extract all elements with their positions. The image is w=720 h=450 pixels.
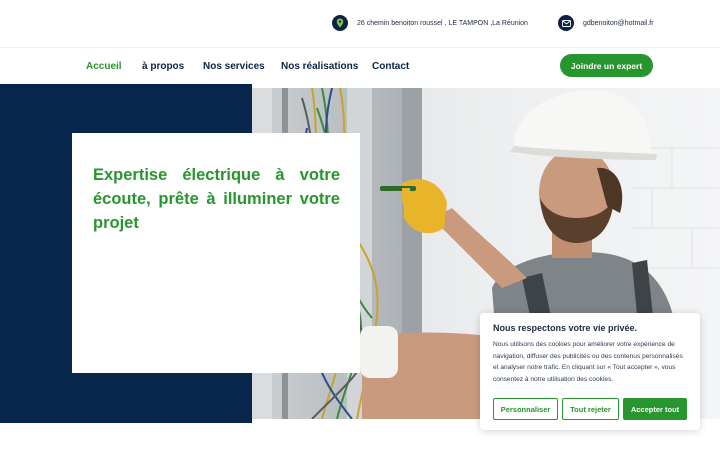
nav-item-contact[interactable]: Contact: [372, 61, 409, 72]
cookie-button-row: Personnaliser Tout rejeter Accepter tout: [493, 398, 687, 420]
join-expert-button[interactable]: Joindre un expert: [560, 54, 653, 77]
mail-icon: [558, 15, 574, 31]
hero-title: Expertise électrique à votre écoute, prê…: [93, 166, 340, 232]
nav-item-a-propos[interactable]: à propos: [142, 61, 184, 72]
address-contact: 26 chemin benoiton roussel , LE TAMPON ,…: [332, 15, 528, 31]
email-contact[interactable]: gdbenoiton@hotmail.fr: [558, 15, 654, 31]
cookie-consent-banner: Nous respectons votre vie privée. Nous u…: [480, 313, 700, 430]
cookie-text: Nous utilisons des cookies pour améliore…: [493, 341, 683, 384]
address-text: 26 chemin benoiton roussel , LE TAMPON ,…: [357, 19, 528, 27]
nav-item-nos-services[interactable]: Nos services: [203, 61, 265, 72]
nav-item-nos-realisations[interactable]: Nos réalisations: [281, 61, 358, 72]
map-pin-icon: [332, 15, 348, 31]
top-contact-bar: 26 chemin benoiton roussel , LE TAMPON ,…: [0, 0, 720, 46]
email-text[interactable]: gdbenoiton@hotmail.fr: [583, 20, 654, 27]
reject-all-cookies-button[interactable]: Tout rejeter: [562, 398, 619, 420]
page: 26 chemin benoiton roussel , LE TAMPON ,…: [0, 0, 720, 450]
hero-card: Expertise électrique à votre écoute, prê…: [72, 133, 360, 373]
customize-cookies-button[interactable]: Personnaliser: [493, 398, 558, 420]
nav-item-accueil[interactable]: Accueil: [86, 61, 122, 72]
accept-all-cookies-button[interactable]: Accepter tout: [623, 398, 687, 420]
cookie-title: Nous respectons votre vie privée.: [493, 323, 638, 333]
